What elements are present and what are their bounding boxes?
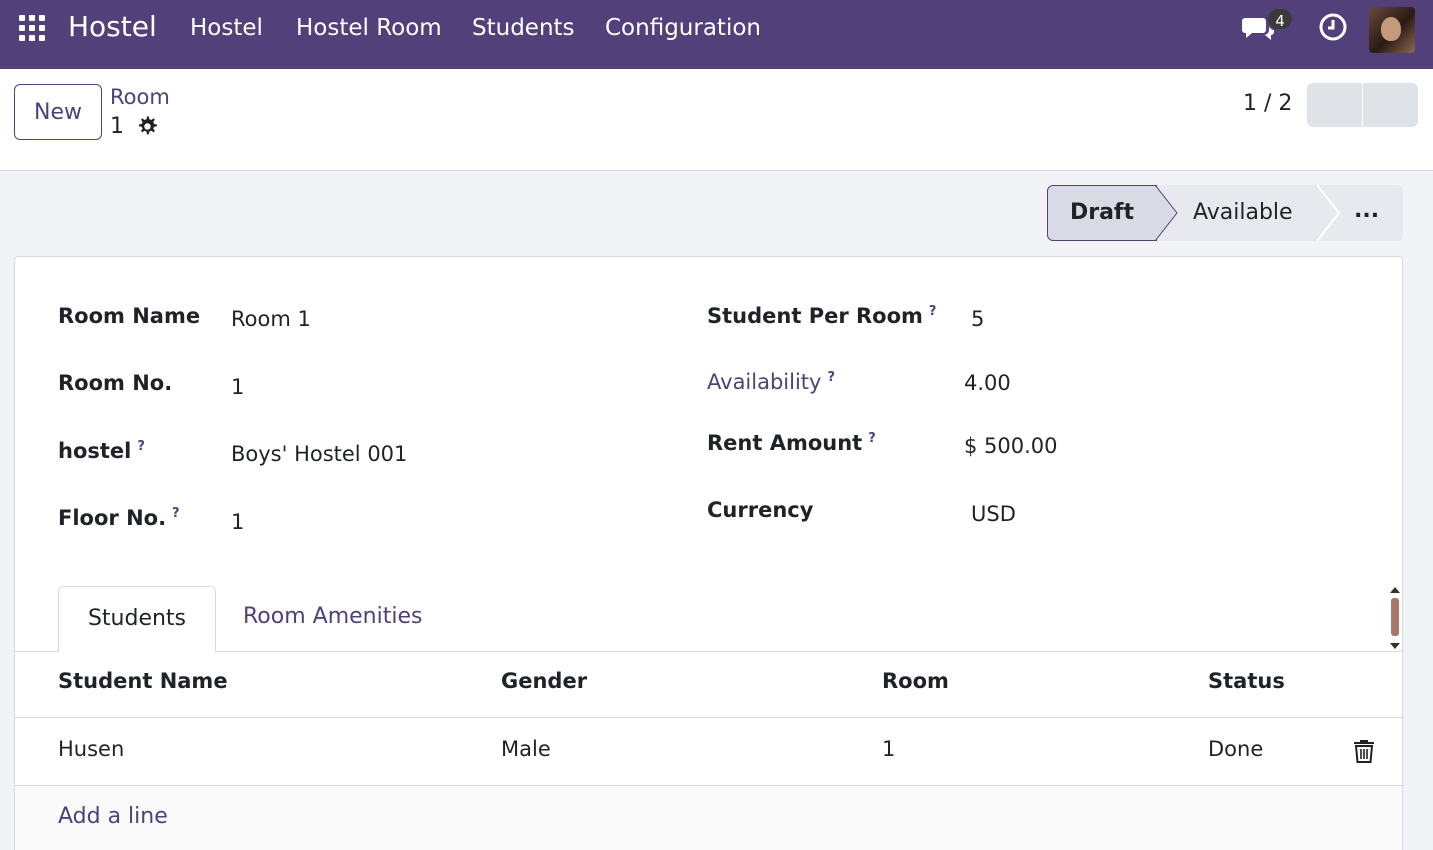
status-more[interactable]: ...	[1354, 185, 1379, 241]
label-room-no: Room No.	[58, 371, 173, 395]
column-room[interactable]: Room	[882, 669, 949, 693]
value-room-name[interactable]: Room 1	[231, 307, 311, 331]
new-button[interactable]: New	[14, 84, 102, 140]
control-panel: New Room 1 1 / 2	[0, 69, 1433, 171]
apps-grid-icon[interactable]	[19, 15, 45, 41]
help-icon[interactable]: ?	[929, 304, 937, 319]
cell-gender[interactable]: Male	[501, 737, 551, 761]
add-line-link[interactable]: Add a line	[58, 804, 168, 829]
value-currency[interactable]: USD	[971, 502, 1016, 526]
label-student-per-room: Student Per Room?	[707, 304, 937, 328]
value-rent-amount[interactable]: $ 500.00	[964, 434, 1058, 458]
pager-value[interactable]: 1 / 2	[1243, 91, 1292, 116]
form-sheet: Room Name Room 1 Room No. 1 hostel? Boys…	[14, 256, 1404, 850]
cell-student-name[interactable]: Husen	[58, 737, 124, 761]
pager-previous-button[interactable]	[1307, 83, 1362, 127]
menu-hostel-room[interactable]: Hostel Room	[296, 15, 442, 41]
help-icon[interactable]: ?	[172, 506, 180, 521]
column-gender[interactable]: Gender	[501, 669, 587, 693]
label-currency: Currency	[707, 498, 814, 522]
user-avatar[interactable]	[1369, 7, 1415, 53]
label-room-name: Room Name	[58, 304, 201, 328]
label-rent-amount: Rent Amount?	[707, 431, 876, 455]
value-availability: 4.00	[964, 371, 1011, 395]
record-name: 1	[110, 114, 124, 139]
label-hostel: hostel?	[58, 439, 145, 463]
scrollbar[interactable]	[1388, 586, 1402, 650]
table-header-divider	[15, 717, 1404, 718]
label-availability: Availability?	[707, 370, 836, 394]
chevron-right-icon	[1155, 185, 1178, 241]
chevron-right-icon	[1317, 185, 1341, 241]
help-icon[interactable]: ?	[868, 431, 876, 446]
value-room-no[interactable]: 1	[231, 375, 244, 399]
clock-icon[interactable]	[1318, 12, 1348, 42]
menu-hostel[interactable]: Hostel	[190, 15, 263, 41]
tab-room-amenities[interactable]: Room Amenities	[243, 604, 422, 629]
help-icon[interactable]: ?	[827, 370, 835, 385]
chat-count-badge: 4	[1266, 7, 1294, 31]
column-student-name[interactable]: Student Name	[58, 669, 228, 693]
value-hostel[interactable]: Boys' Hostel 001	[231, 442, 407, 466]
cell-room[interactable]: 1	[882, 737, 895, 761]
tab-students[interactable]: Students	[58, 586, 216, 652]
status-available[interactable]: Available	[1193, 185, 1293, 241]
top-navbar: Hostel Hostel Hostel Room Students Confi…	[0, 0, 1433, 69]
breadcrumb-room[interactable]: Room	[110, 85, 170, 109]
menu-students[interactable]: Students	[472, 15, 575, 41]
trash-icon[interactable]	[1352, 738, 1376, 764]
cell-status[interactable]: Done	[1208, 737, 1263, 761]
gear-icon[interactable]	[136, 115, 158, 137]
scrollbar-thumb[interactable]	[1391, 598, 1399, 636]
scroll-up-icon[interactable]	[1390, 587, 1400, 593]
menu-configuration[interactable]: Configuration	[605, 15, 761, 41]
pager-next-button[interactable]	[1363, 83, 1418, 127]
status-draft[interactable]: Draft	[1047, 185, 1157, 241]
label-floor-no: Floor No.?	[58, 506, 180, 530]
scroll-down-icon[interactable]	[1390, 643, 1400, 649]
status-bar: Draft Available ...	[1047, 185, 1403, 241]
app-brand[interactable]: Hostel	[68, 10, 157, 43]
value-student-per-room[interactable]: 5	[971, 307, 984, 331]
help-icon[interactable]: ?	[137, 439, 145, 454]
tabs-divider	[15, 651, 1404, 652]
column-status[interactable]: Status	[1208, 669, 1285, 693]
value-floor-no[interactable]: 1	[231, 510, 244, 534]
add-line-row	[15, 786, 1402, 850]
